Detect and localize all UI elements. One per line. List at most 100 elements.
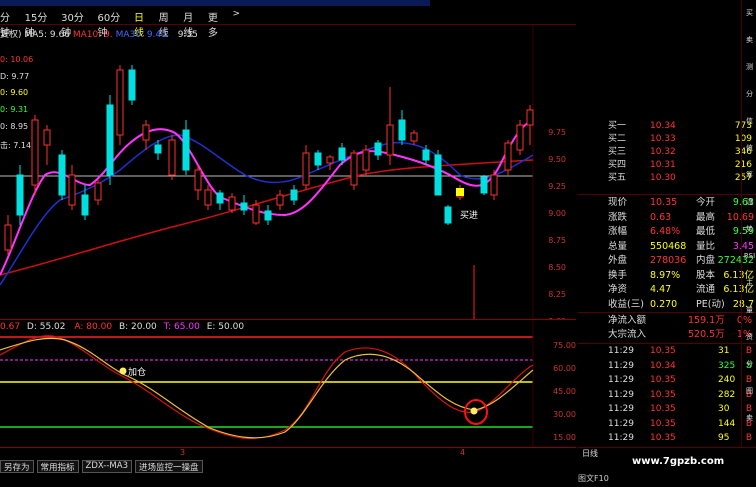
kdj-axis-label: 45.00 <box>553 387 576 396</box>
ob-price: 10.32 <box>650 147 676 157</box>
kdj-axis-label: 30.00 <box>553 410 576 419</box>
quote-label: 现价 <box>608 197 628 208</box>
candle-body <box>314 152 322 166</box>
period-tab[interactable]: 更多 <box>208 9 227 39</box>
period-tab[interactable]: 分钟 <box>0 9 19 39</box>
sidebar-tool-icon[interactable]: 筹 <box>742 162 756 189</box>
ob-label: 买五 <box>608 173 627 183</box>
price-chart-panel[interactable]: 买进 9.759.509.259.008.758.508.258.007.757… <box>0 24 576 407</box>
tick-price: 10.35 <box>650 346 676 356</box>
candle-body <box>43 129 51 146</box>
sidebar-tool-icon[interactable]: 势 <box>742 216 756 243</box>
candle-body <box>168 139 176 176</box>
quote-label: 换手 <box>608 269 628 281</box>
orderbook-row[interactable]: 买四 10.31 216 <box>608 159 754 171</box>
sidebar-tool-icon[interactable]: 资 <box>742 324 756 351</box>
chevron-right-icon[interactable]: > <box>232 9 240 23</box>
tick-time: 11:29 <box>608 375 634 385</box>
quote-panel: 买一 10.34 773 买二 10.33 109 买三 10.32 346 买四 10.31 216… <box>578 0 756 458</box>
d-line <box>0 337 534 439</box>
bottom-tab[interactable]: ZDX--MA3 <box>81 460 132 473</box>
candle-body <box>490 174 498 196</box>
orderbook-row[interactable]: 买五 10.30 257 <box>608 172 754 184</box>
ob-label: 买三 <box>608 147 627 157</box>
tick-row: 11:29 10.35 240 B <box>608 373 754 388</box>
sidebar-tool-icon[interactable]: 流 <box>742 189 756 216</box>
tick-row: 11:29 10.34 325 S <box>608 359 754 374</box>
candle-body <box>128 69 136 101</box>
quote-value: 4.47 <box>650 284 672 295</box>
kdj-legend: 0.67 D: 55.02 A: 80.00 B: 20.00 T: 65.00… <box>0 322 244 332</box>
f10-tab[interactable]: 图文F10 <box>578 473 609 484</box>
period-selector: 分钟 15分钟 30分钟 60分钟 日线 周线 月线 更多 > <box>0 9 240 39</box>
x-label: 3 <box>180 448 186 457</box>
tick-volume: 282 <box>718 389 736 400</box>
candle-body <box>338 147 346 161</box>
fund-flows: 净流入额 159.1万 0% 大宗流入 520.5万 1% <box>578 312 756 344</box>
bottom-tab[interactable]: 进场监控一操盘 <box>135 460 203 473</box>
tick-volume: 30 <box>718 404 730 414</box>
ma5-legend: 复权) MA5: 9.66 <box>0 30 70 40</box>
x-axis: 3 4 <box>0 447 576 460</box>
quote-label: 涨幅 <box>608 226 628 237</box>
sidebar-tool-icon[interactable]: 主 <box>742 270 756 297</box>
sidebar-tool-icon[interactable]: 量 <box>742 297 756 324</box>
bottom-tab[interactable]: 另存为 <box>0 460 34 473</box>
candle-body <box>204 189 212 206</box>
sidebar-tool-icon[interactable]: 分 <box>742 81 756 108</box>
sidebar-tool-icon[interactable]: 值 <box>742 135 756 162</box>
sidebar-tool-icon[interactable]: 测 <box>742 54 756 81</box>
quote-label: 净资 <box>608 284 628 295</box>
quote-row: 现价 10.35 今开 9.63 <box>608 196 754 210</box>
add-label: 加仓 <box>128 366 146 378</box>
left-label-f: 击: 7.14 <box>0 141 32 150</box>
tick-price: 10.35 <box>650 433 676 443</box>
orderbook-row[interactable]: 买二 10.33 109 <box>608 133 754 145</box>
y-axis-label: 9.25 <box>548 182 566 191</box>
flow-label: 净流入额 <box>608 315 647 326</box>
candle-body <box>154 144 162 154</box>
kdj-panel[interactable]: 加仓 75.00 60.00 45.00 30.00 15.00 <box>0 320 576 447</box>
ob-price: 10.34 <box>650 121 676 131</box>
orderbook-row[interactable]: 买一 10.34 773 <box>608 120 754 132</box>
quote-row: 净资 4.47 流通 6.13亿 <box>608 283 754 297</box>
quote-stats: 现价 10.35 今开 9.63 涨跌 0.63 最高 10.69 涨幅 6.48% 最低 9.59 总… <box>578 194 756 312</box>
period-tab[interactable]: 60分钟 <box>98 9 128 39</box>
y-axis-label: 8.25 <box>548 290 566 299</box>
sidebar-tool-icon[interactable]: 信 <box>742 108 756 135</box>
ob-label: 买四 <box>608 160 627 170</box>
period-tab[interactable]: 15分钟 <box>25 9 55 39</box>
sidebar-tool-icon[interactable]: 分 <box>742 351 756 378</box>
tick-list: 11:29 10.35 31 B 11:29 10.34 325 S 11:29 10.35 240… <box>578 343 756 448</box>
sidebar-tool-icon[interactable]: RSI <box>742 243 756 270</box>
ma-legend: 复权) MA5: 9.66 MA10: 9. MA30: 9.41 9.35 <box>0 27 198 40</box>
flow-value: 159.1万 <box>688 315 725 326</box>
candle-body <box>106 104 114 176</box>
candle-body <box>4 224 12 251</box>
sidebar-tool-icon[interactable]: 卖 <box>742 405 756 432</box>
quote-label: 总量 <box>608 240 628 252</box>
candle-body <box>58 154 66 196</box>
bottom-tab[interactable]: 常用指标 <box>36 460 79 473</box>
last-value: 9.35 <box>177 30 198 40</box>
period-tab[interactable]: 30分钟 <box>61 9 91 39</box>
y-axis-label: 8.00 <box>548 317 566 319</box>
tick-price: 10.35 <box>650 404 676 414</box>
tick-volume: 31 <box>718 346 730 356</box>
sidebar-tool-icon[interactable]: 买 <box>742 0 756 27</box>
y-axis-label: 8.50 <box>548 263 566 272</box>
period-tab[interactable]: 月线 <box>183 9 202 39</box>
orderbook-row[interactable]: 买三 10.32 346 <box>608 146 754 158</box>
kdj-t-value: T: 65.00 <box>163 322 200 332</box>
sidebar-tool-icon[interactable]: 图 <box>742 378 756 405</box>
tick-row: 11:29 10.35 31 B <box>608 344 754 359</box>
candle-body <box>290 189 298 201</box>
add-marker <box>119 367 127 375</box>
sidebar-tool-icon[interactable]: 卖 <box>742 27 756 54</box>
period-tab[interactable]: 周线 <box>159 9 178 39</box>
ma5-line <box>0 119 534 276</box>
kdj-axis-label: 60.00 <box>553 364 576 373</box>
period-tab[interactable]: 日线 <box>134 9 153 39</box>
candle-body <box>68 174 76 206</box>
quote-value: 6.48% <box>650 226 681 237</box>
